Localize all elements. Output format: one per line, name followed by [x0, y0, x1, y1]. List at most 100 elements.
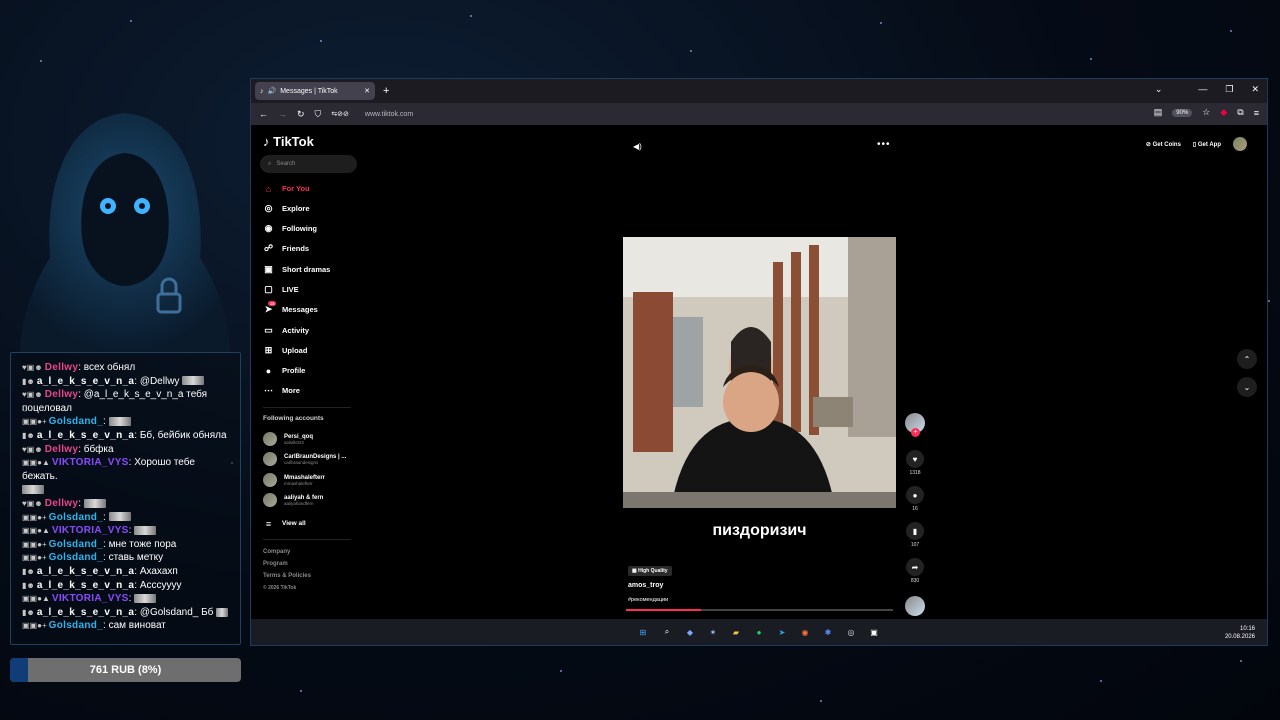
zoom-level[interactable]: 90% — [1172, 108, 1193, 117]
chat-text: сам виноват — [108, 620, 166, 632]
following-account[interactable]: aaliyah & fern aaliyahandfern — [263, 493, 323, 507]
chat-username[interactable]: Golsdand_ — [49, 552, 103, 563]
chat-username[interactable]: a_l_e_k_s_e_v_n_a — [37, 430, 134, 441]
following-account[interactable]: Mmashalefterr mmashalefterr — [263, 473, 325, 487]
nav-more[interactable]: ⋯ More — [263, 385, 300, 396]
chat-username[interactable]: Golsdand_ — [49, 539, 103, 550]
tab-tiktok-messages[interactable]: ♪ 🔊 Messages | TikTok ✕ — [255, 82, 375, 100]
nav-friends[interactable]: ☍ Friends — [263, 243, 309, 254]
list-icon: ≡ — [265, 518, 272, 529]
chat-username[interactable]: Golsdand_ — [49, 416, 103, 427]
footer-company[interactable]: Company — [263, 549, 290, 555]
video-author[interactable]: amos_troy — [628, 582, 663, 589]
chat-username[interactable]: Dellwy — [45, 389, 78, 400]
speaker-icon[interactable]: 🔊 — [268, 87, 277, 95]
creator-follow[interactable]: + — [903, 413, 927, 437]
nav-messages[interactable]: ➤ 18 Messages — [263, 301, 318, 315]
minimize-button[interactable]: — — [1198, 84, 1207, 95]
chat-username[interactable]: Dellwy — [45, 444, 78, 455]
footer-terms[interactable]: Terms & Policies — [263, 573, 311, 579]
volume-icon[interactable]: ◀) — [633, 142, 642, 151]
windows-start-icon[interactable]: ⊞ — [637, 626, 649, 638]
video-player[interactable] — [623, 237, 896, 508]
menu-icon[interactable]: ≡ — [1254, 108, 1259, 118]
back-button[interactable]: ← — [259, 109, 268, 119]
footer-program[interactable]: Program — [263, 561, 288, 567]
nav-upload[interactable]: ⊞ Upload — [263, 345, 308, 356]
firefox-icon[interactable]: ◉ — [799, 626, 811, 638]
following-account[interactable]: Persi_qoq salstik042 — [263, 432, 313, 446]
chat-username[interactable]: VIKTORIA_VYS — [52, 525, 129, 536]
forward-button[interactable]: → — [278, 109, 287, 119]
following-account[interactable]: CarlBraunDesigns | ... carlbraundesigns — [263, 452, 346, 466]
chat-username[interactable]: VIKTORIA_VYS — [52, 457, 129, 468]
close-window-button[interactable]: ✕ — [1251, 84, 1259, 95]
chat-username[interactable]: a_l_e_k_s_e_v_n_a — [37, 566, 134, 577]
puzzle-icon[interactable]: ⧉ — [1237, 107, 1243, 118]
chat-username[interactable]: a_l_e_k_s_e_v_n_a — [37, 580, 134, 591]
like-button[interactable]: ♥ 1318 — [903, 450, 927, 476]
spotify-icon[interactable]: ● — [753, 626, 765, 638]
app-icon[interactable]: ◎ — [845, 626, 857, 638]
nav-following[interactable]: ◉ Following — [263, 223, 317, 234]
new-tab-button[interactable]: + — [383, 85, 389, 97]
app-icon[interactable]: ▣ — [868, 626, 880, 638]
previous-video-button[interactable]: ⌃ — [1237, 349, 1257, 369]
permissions-icon[interactable]: ⇆⊘⊘ — [331, 110, 349, 118]
get-app-button[interactable]: ▯ Get App — [1193, 141, 1221, 148]
video-progress-bar[interactable] — [626, 609, 893, 611]
nav-short-dramas[interactable]: ▣ Short dramas — [263, 264, 330, 275]
user-badges-icon: ▮☻ — [22, 607, 35, 617]
chat-username[interactable]: VIKTORIA_VYS — [52, 593, 129, 604]
more-dots-icon: ⋯ — [264, 385, 273, 395]
app-icon[interactable]: ✱ — [822, 626, 834, 638]
emote-icon — [108, 512, 131, 522]
save-button[interactable]: ▮ 107 — [903, 522, 927, 548]
nav-activity[interactable]: ▭ Activity — [263, 325, 309, 336]
shield-icon[interactable]: ⛉ — [315, 109, 322, 120]
chat-message: ▣▣●+ Golsdand_: ставь метку — [22, 552, 164, 564]
close-tab-icon[interactable]: ✕ — [364, 87, 370, 95]
system-clock[interactable]: 10:16 20.08.2026 — [1225, 625, 1255, 641]
share-button[interactable]: ➦ 830 — [903, 558, 927, 584]
search-input[interactable]: ⌕ Search — [260, 155, 357, 173]
user-avatar[interactable] — [1233, 137, 1247, 151]
chat-username[interactable]: Dellwy — [45, 362, 78, 373]
nav-live[interactable]: ▢ LIVE — [263, 284, 298, 295]
url-bar[interactable]: www.tiktok.com — [365, 111, 413, 118]
follow-plus-icon[interactable]: + — [911, 428, 920, 437]
share-arrow-icon: ➦ — [906, 558, 924, 576]
comment-button[interactable]: ● 16 — [903, 486, 927, 512]
get-coins-button[interactable]: ⊘ Get Coins — [1146, 141, 1181, 148]
reader-view-icon[interactable]: ▤ — [1154, 107, 1163, 118]
maximize-button[interactable]: ❐ — [1225, 84, 1233, 95]
tiktok-logo[interactable]: ♪ TikTok — [263, 134, 314, 149]
chat-username[interactable]: a_l_e_k_s_e_v_n_a — [37, 607, 134, 618]
bookmark-star-icon[interactable]: ☆ — [1202, 107, 1210, 118]
folder-icon[interactable]: ▰ — [730, 626, 742, 638]
extension-icon[interactable]: ◆ — [1220, 107, 1227, 118]
nav-for-you[interactable]: ⌂ For You — [263, 183, 310, 194]
reload-button[interactable]: ↻ — [297, 109, 305, 120]
sound-avatar[interactable] — [903, 596, 927, 616]
chat-message: ▮☻ a_l_e_k_s_e_v_n_a: @Golsdand_ Бб — [22, 606, 232, 620]
video-hashtag[interactable]: #рекомендации — [628, 597, 668, 603]
chat-username[interactable]: a_l_e_k_s_e_v_n_a — [37, 376, 134, 387]
chat-text: Асссуууу — [139, 579, 182, 591]
app-icon[interactable]: ✶ — [707, 626, 719, 638]
app-icon[interactable]: ◆ — [684, 626, 696, 638]
user-badges-icon: ▮☻ — [22, 376, 35, 386]
next-video-button[interactable]: ⌄ — [1237, 377, 1257, 397]
quality-badge[interactable]: ▦ High Quality — [628, 566, 672, 576]
search-icon[interactable]: ⌕ — [661, 626, 673, 638]
view-all-link[interactable]: ≡ View all — [263, 518, 306, 529]
chat-message: ▣▣●+ Golsdand_: — [22, 415, 232, 429]
chat-username[interactable]: Golsdand_ — [49, 620, 103, 631]
chevron-down-icon[interactable]: ⌄ — [1155, 84, 1163, 95]
chat-username[interactable]: Dellwy — [45, 498, 78, 509]
chat-username[interactable]: Golsdand_ — [49, 512, 103, 523]
nav-profile[interactable]: ● Profile — [263, 365, 306, 376]
nav-explore[interactable]: ◎ Explore — [263, 203, 310, 214]
more-options-icon[interactable]: ••• — [877, 139, 891, 150]
telegram-icon[interactable]: ➤ — [776, 626, 788, 638]
